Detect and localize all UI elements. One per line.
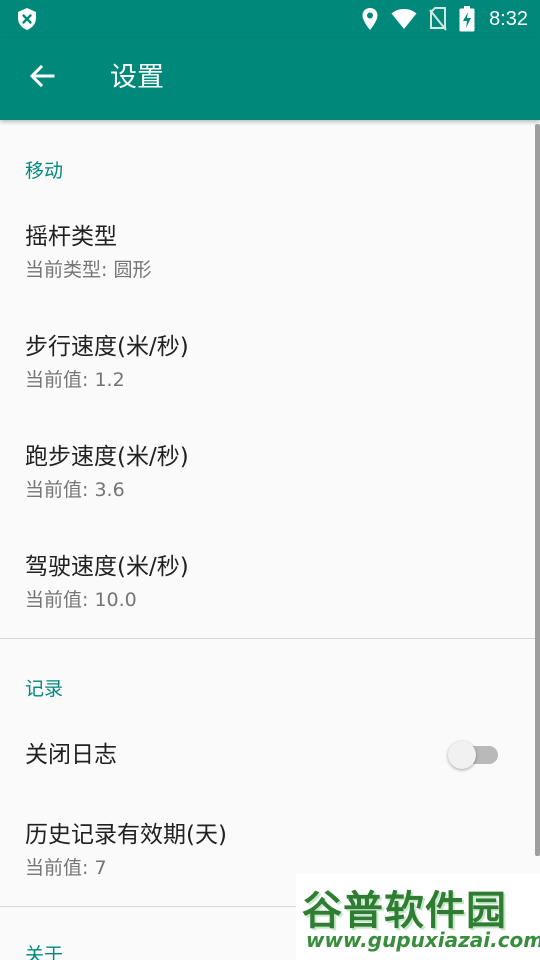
pref-title: 摇杆类型: [25, 224, 117, 250]
pref-summary: 当前值: 10.0: [25, 589, 137, 611]
pref-title: 步行速度(米/秒): [25, 334, 189, 360]
pref-summary: 当前值: 7: [25, 857, 107, 879]
pref-title: 关闭日志: [25, 742, 117, 768]
close-log-toggle[interactable]: [448, 740, 502, 770]
pref-run-speed[interactable]: 跑步速度(米/秒) 当前值: 3.6: [0, 428, 540, 538]
scrollbar[interactable]: [535, 124, 540, 856]
app-bar: 设置: [0, 38, 540, 120]
wifi-icon: [391, 8, 417, 30]
pref-summary: 当前值: 1.2: [25, 369, 125, 391]
category-header-move: 移动: [25, 160, 64, 182]
category-header-about: 关于: [25, 944, 64, 960]
pref-drive-speed[interactable]: 驾驶速度(米/秒) 当前值: 10.0: [0, 538, 540, 648]
status-time: 8:32: [489, 7, 528, 30]
back-button[interactable]: [22, 58, 62, 98]
pref-title: 驾驶速度(米/秒): [25, 554, 189, 580]
pref-title: 历史记录有效期(天): [25, 822, 227, 848]
pref-walk-speed[interactable]: 步行速度(米/秒) 当前值: 1.2: [0, 318, 540, 428]
shield-x-icon: [16, 7, 38, 31]
location-icon: [361, 7, 379, 31]
category-header-record: 记录: [25, 678, 64, 700]
switch-thumb: [448, 741, 476, 769]
status-bar: 8:32: [0, 0, 540, 38]
page-title: 设置: [110, 62, 164, 93]
section-divider: [0, 638, 540, 639]
pref-title: 跑步速度(米/秒): [25, 444, 189, 470]
pref-summary: 当前类型: 圆形: [25, 259, 152, 281]
battery-charging-icon: [459, 6, 475, 32]
pref-summary: 当前值: 3.6: [25, 479, 125, 501]
settings-list[interactable]: 移动 摇杆类型 当前类型: 圆形 步行速度(米/秒) 当前值: 1.2 跑步速度…: [0, 120, 540, 960]
watermark: 谷普软件园 www.gupuxiazai.com: [296, 874, 540, 960]
no-sim-icon: [429, 7, 447, 31]
pref-joystick-type[interactable]: 摇杆类型 当前类型: 圆形: [0, 208, 540, 318]
watermark-url: www.gupuxiazai.com: [306, 928, 540, 952]
arrow-back-icon: [29, 63, 55, 93]
